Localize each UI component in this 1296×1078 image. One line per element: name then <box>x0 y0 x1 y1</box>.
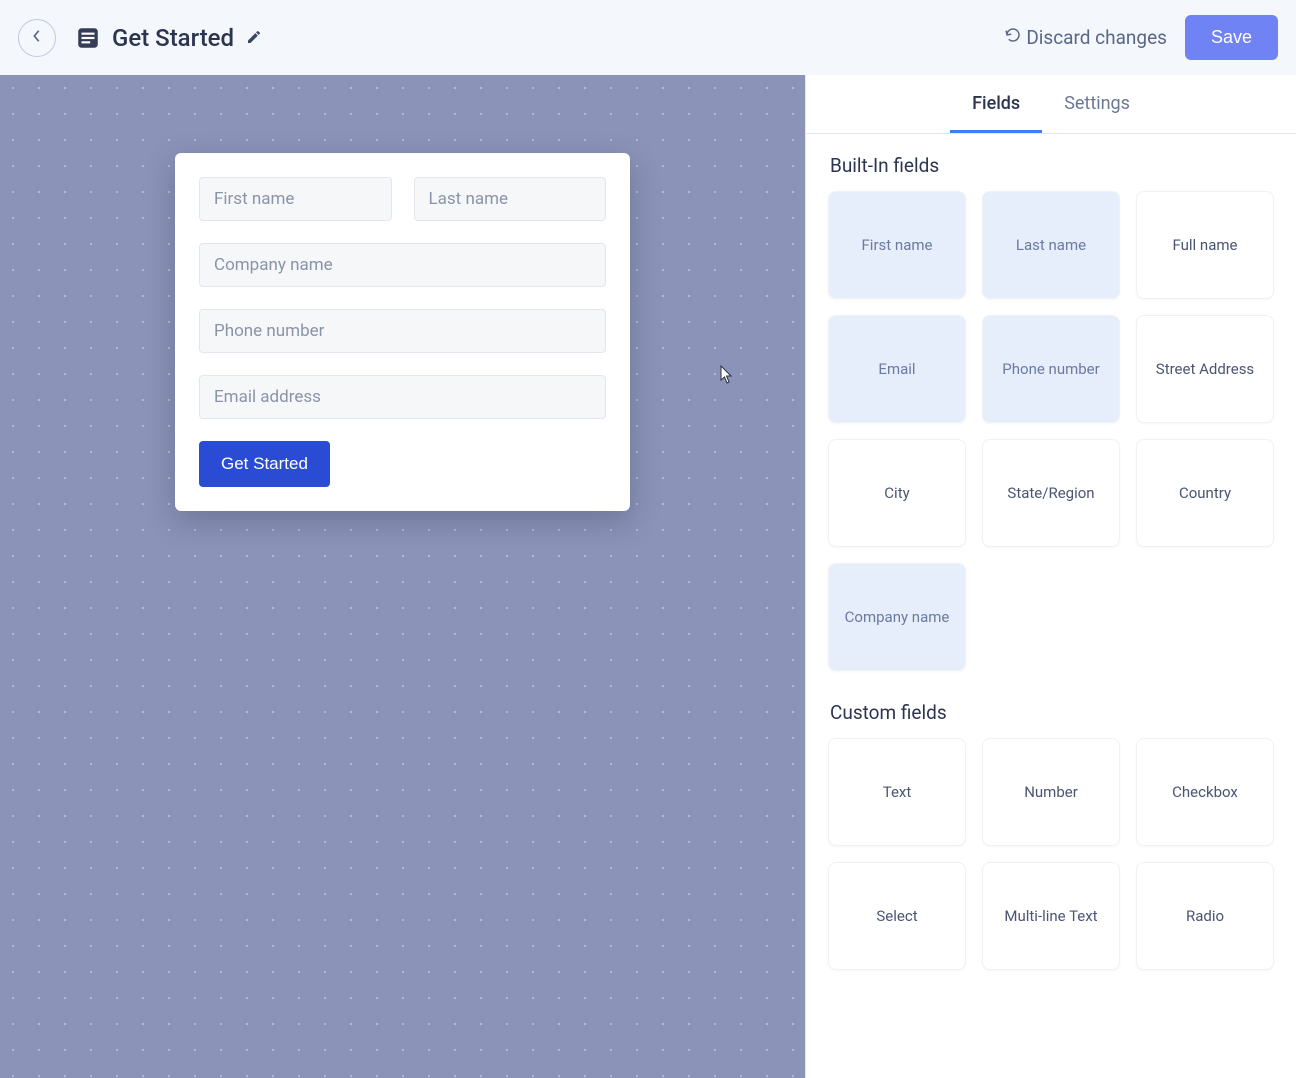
form-row-name: First name Last name <box>199 177 606 221</box>
tab-fields[interactable]: Fields <box>950 75 1042 133</box>
phone-number-field[interactable]: Phone number <box>199 309 606 353</box>
edit-title-button[interactable] <box>246 29 264 47</box>
field-tile-text[interactable]: Text <box>828 738 966 846</box>
field-placeholder: Email address <box>214 387 321 407</box>
field-tile-checkbox[interactable]: Checkbox <box>1136 738 1274 846</box>
tab-settings[interactable]: Settings <box>1042 75 1152 133</box>
back-button[interactable] <box>18 19 56 57</box>
field-tile-full-name[interactable]: Full name <box>1136 191 1274 299</box>
field-tile-radio[interactable]: Radio <box>1136 862 1274 970</box>
main-layout: First name Last name Company name Phone … <box>0 75 1296 1078</box>
field-placeholder: Last name <box>429 189 509 209</box>
cursor-icon <box>720 365 736 385</box>
right-panel: Fields Settings Built-In fields First na… <box>805 75 1296 1078</box>
field-tile-number[interactable]: Number <box>982 738 1120 846</box>
field-tile-street-address[interactable]: Street Address <box>1136 315 1274 423</box>
field-placeholder: First name <box>214 189 294 209</box>
field-placeholder: Phone number <box>214 321 324 341</box>
undo-icon <box>1004 26 1022 49</box>
last-name-field[interactable]: Last name <box>414 177 607 221</box>
email-address-field[interactable]: Email address <box>199 375 606 419</box>
form-submit-button[interactable]: Get Started <box>199 441 330 487</box>
field-tile-state-region[interactable]: State/Region <box>982 439 1120 547</box>
field-tile-email[interactable]: Email <box>828 315 966 423</box>
field-tile-company-name[interactable]: Company name <box>828 563 966 671</box>
field-tile-country[interactable]: Country <box>1136 439 1274 547</box>
discard-changes-button[interactable]: Discard changes <box>1004 26 1167 49</box>
field-tile-first-name[interactable]: First name <box>828 191 966 299</box>
panel-tabs: Fields Settings <box>806 75 1296 134</box>
company-name-field[interactable]: Company name <box>199 243 606 287</box>
save-button[interactable]: Save <box>1185 15 1278 60</box>
field-tile-city[interactable]: City <box>828 439 966 547</box>
field-tile-last-name[interactable]: Last name <box>982 191 1120 299</box>
field-placeholder: Company name <box>214 255 333 275</box>
pencil-icon <box>246 30 262 49</box>
first-name-field[interactable]: First name <box>199 177 392 221</box>
custom-fields-heading: Custom fields <box>806 681 1296 738</box>
custom-fields-grid: Text Number Checkbox Select Multi-line T… <box>806 738 1296 980</box>
page-title: Get Started <box>112 24 234 52</box>
field-tile-phone-number[interactable]: Phone number <box>982 315 1120 423</box>
field-tile-select[interactable]: Select <box>828 862 966 970</box>
editor-header: Get Started Discard changes Save <box>0 0 1296 75</box>
form-icon <box>74 24 102 52</box>
builtin-fields-grid: First name Last name Full name Email Pho… <box>806 191 1296 681</box>
chevron-left-icon <box>32 29 42 46</box>
form-canvas[interactable]: First name Last name Company name Phone … <box>0 75 805 1078</box>
builtin-fields-heading: Built-In fields <box>806 134 1296 191</box>
discard-label: Discard changes <box>1026 26 1167 49</box>
field-tile-multiline-text[interactable]: Multi-line Text <box>982 862 1120 970</box>
form-preview-card[interactable]: First name Last name Company name Phone … <box>175 153 630 511</box>
